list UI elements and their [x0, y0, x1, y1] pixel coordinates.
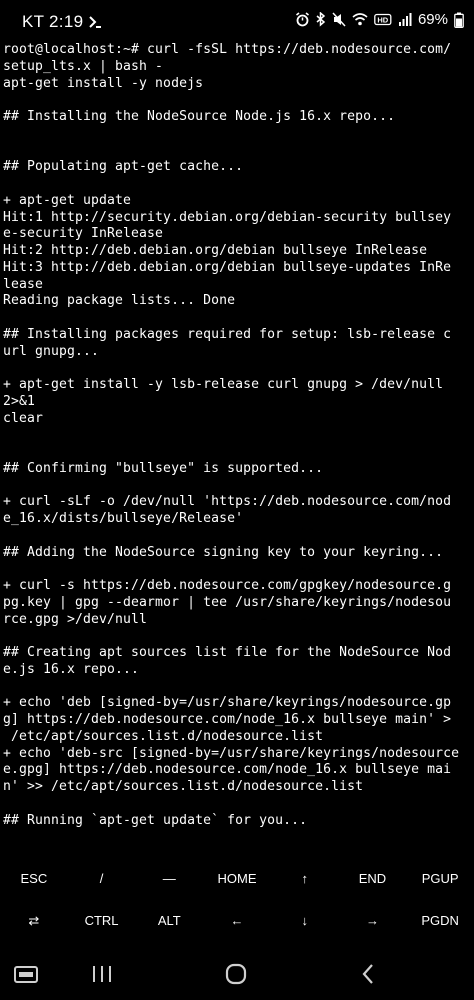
back-icon — [362, 964, 373, 984]
mute-icon — [332, 12, 346, 27]
alarm-icon — [295, 12, 309, 27]
terminal-line: ## Populating apt-get cache... — [3, 159, 244, 175]
terminal-line: ## Installing packages required for setu… — [3, 326, 452, 342]
terminal-line: url gnupg... — [3, 343, 100, 359]
terminal-line: root@localhost:~# curl -fsSL https://deb… — [3, 42, 452, 57]
status-time: KT 2:19 — [22, 12, 84, 31]
extra-key[interactable]: PGDN — [406, 900, 474, 942]
terminal-line: + curl -sLf -o /dev/null 'https://deb.no… — [3, 494, 452, 510]
signal-icon — [398, 13, 412, 26]
terminal-line: Reading package lists... Done — [3, 293, 236, 309]
battery-icon — [454, 12, 464, 28]
extra-key[interactable]: ⇄ — [0, 900, 68, 942]
terminal-line: Hit:2 http://deb.debian.org/debian bulls… — [3, 243, 428, 258]
terminal-line: + echo 'deb-src [signed-by=/usr/share/ke… — [3, 745, 460, 761]
extra-key[interactable]: ESC — [0, 858, 68, 900]
terminal-line: ## Creating apt sources list file for th… — [3, 645, 452, 660]
terminal-line: Hit:1 http://security.debian.org/debian-… — [3, 209, 452, 225]
keyboard-toggle-button[interactable] — [0, 948, 56, 1000]
extra-keys-row-2: ⇄ CTRL ALT ← ↓ → PGDN — [0, 900, 474, 942]
terminal-line: e.gpg] https://deb.nodesource.com/node_1… — [3, 762, 452, 778]
hd-voice-icon: HD — [374, 13, 392, 26]
status-bar: KT 2:19 HD 69% — [0, 0, 474, 44]
extra-key[interactable]: END — [339, 858, 407, 900]
wifi-icon — [352, 13, 368, 26]
recent-apps-icon — [93, 966, 111, 982]
extra-key[interactable]: ↑ — [271, 858, 339, 900]
terminal-line: setup_lts.x | bash - — [3, 58, 164, 74]
terminal-line: pg.key | gpg --dearmor | tee /usr/share/… — [3, 594, 452, 610]
bluetooth-icon — [316, 12, 326, 27]
terminal-line: rce.gpg >/dev/null — [3, 611, 148, 627]
terminal-line: apt-get install -y nodejs — [3, 75, 204, 91]
terminal-line: lease — [3, 276, 44, 292]
terminal-prompt-icon — [89, 16, 101, 28]
svg-text:HD: HD — [377, 16, 388, 25]
keyboard-icon — [14, 966, 38, 983]
extra-key[interactable]: — — [135, 858, 203, 900]
extra-key[interactable]: ↓ — [271, 900, 339, 942]
terminal-line: e.js 16.x repo... — [3, 661, 140, 677]
terminal-line: ## Confirming "bullseye" is supported... — [3, 460, 324, 476]
home-icon — [225, 963, 247, 985]
recent-apps-button[interactable] — [72, 948, 132, 1000]
terminal-line: + echo 'deb [signed-by=/usr/share/keyrin… — [3, 695, 452, 711]
extra-key[interactable]: ← — [203, 900, 271, 942]
terminal-output[interactable]: root@localhost:~# curl -fsSL https://deb… — [3, 42, 471, 850]
home-button[interactable] — [206, 948, 266, 1000]
terminal-line: e-security InRelease — [3, 226, 164, 242]
terminal-line: ## Installing the NodeSource Node.js 16.… — [3, 109, 396, 124]
terminal-line: 2>&1 — [3, 393, 36, 409]
terminal-line: e_16.x/dists/bullseye/Release' — [3, 511, 244, 526]
terminal-line: n' >> /etc/apt/sources.list.d/nodesource… — [3, 779, 364, 794]
status-icons: HD 69% — [295, 11, 464, 28]
navigation-bar — [0, 948, 474, 1000]
extra-key[interactable]: → — [339, 900, 407, 942]
terminal-line: + apt-get update — [3, 192, 132, 208]
terminal-line: ## Adding the NodeSource signing key to … — [3, 544, 444, 560]
terminal-line: ## Running `apt-get update` for you... — [3, 812, 308, 828]
extra-keys-row-1: ESC / — HOME ↑ END PGUP — [0, 858, 474, 900]
terminal-line: g] https://deb.nodesource.com/node_16.x … — [3, 712, 452, 727]
terminal-line: Hit:3 http://deb.debian.org/debian bulls… — [3, 259, 452, 275]
extra-key[interactable]: ALT — [135, 900, 203, 942]
extra-key[interactable]: HOME — [203, 858, 271, 900]
extra-key[interactable]: CTRL — [68, 900, 136, 942]
terminal-line: clear — [3, 410, 44, 426]
extra-key[interactable]: PGUP — [406, 858, 474, 900]
back-button[interactable] — [338, 948, 398, 1000]
battery-percent: 69% — [417, 11, 448, 28]
terminal-line: /etc/apt/sources.list.d/nodesource.list — [3, 728, 324, 744]
extra-key[interactable]: / — [68, 858, 136, 900]
terminal-line: + curl -s https://deb.nodesource.com/gpg… — [3, 578, 452, 593]
terminal-line: + apt-get install -y lsb-release curl gn… — [3, 377, 444, 392]
